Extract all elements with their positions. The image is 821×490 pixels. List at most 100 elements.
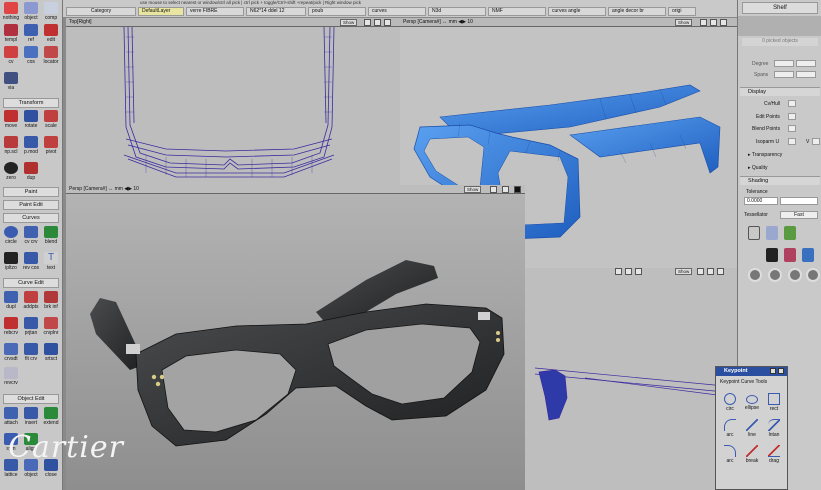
kp-tool-break[interactable]: break bbox=[742, 445, 762, 464]
kp-tool-arc[interactable]: arc bbox=[720, 419, 740, 438]
degree-field-2[interactable] bbox=[796, 60, 816, 67]
viewport-persp-top-close-icon[interactable] bbox=[720, 19, 727, 26]
section-curves[interactable]: Curves bbox=[3, 213, 59, 223]
viewport-persp-main-layout-icon[interactable] bbox=[502, 186, 509, 193]
shading-bottle-icon[interactable] bbox=[766, 226, 778, 240]
tool-templ[interactable]: templ bbox=[2, 24, 20, 43]
blendpoints-checkbox[interactable] bbox=[788, 125, 796, 132]
keypoint-titlebar[interactable]: Keypoint bbox=[716, 367, 787, 376]
viewport-top-show-button[interactable]: Show bbox=[340, 19, 358, 26]
tool-revcrv[interactable]: revcrv bbox=[2, 367, 20, 386]
tool-ref[interactable]: ref bbox=[22, 24, 40, 43]
layer-n3d[interactable]: N3d bbox=[428, 7, 486, 16]
tool-brk-inf[interactable]: brk inf bbox=[42, 291, 60, 310]
layer-n62[interactable]: N62*14 ddel 12 bbox=[246, 7, 306, 16]
layer-nmf[interactable]: NMF bbox=[488, 7, 546, 16]
layer-default[interactable]: DefaultLayer bbox=[138, 7, 184, 16]
tool-srtsct[interactable]: srtsct bbox=[42, 343, 60, 362]
shading-red-icon[interactable] bbox=[784, 248, 796, 262]
kp-tool-rect[interactable]: rect bbox=[764, 393, 784, 412]
tool-dupl[interactable]: dupl bbox=[2, 291, 20, 310]
tool-rebcrv[interactable]: rebcrv bbox=[2, 317, 20, 336]
tool-extend[interactable]: extend bbox=[42, 407, 60, 426]
tool-crvplnr[interactable]: crvplnr bbox=[42, 317, 60, 336]
tool-insert[interactable]: insert bbox=[22, 407, 40, 426]
tool-dup[interactable]: dup bbox=[22, 162, 40, 181]
viewport-persp-main-show-button[interactable]: Show bbox=[464, 186, 482, 193]
tessellator-select[interactable]: Fast bbox=[780, 211, 818, 219]
viewport-top-max-icon[interactable] bbox=[364, 19, 371, 26]
tool-comp[interactable]: comp bbox=[42, 2, 60, 21]
tool-edit[interactable]: edit bbox=[42, 24, 60, 43]
layer-curves-angle[interactable]: curves angle bbox=[548, 7, 606, 16]
tool-zero[interactable]: zero bbox=[2, 162, 20, 181]
viewport-top[interactable]: Top[Right] Show bbox=[66, 18, 400, 185]
shelf-tab[interactable]: Shelf bbox=[742, 2, 818, 14]
degree-field[interactable] bbox=[774, 60, 794, 67]
tool-attach[interactable]: attach bbox=[2, 407, 20, 426]
viewport-persp-top-layout-icon[interactable] bbox=[710, 19, 717, 26]
tool-cos[interactable]: cos bbox=[22, 46, 40, 65]
tool-move[interactable]: move bbox=[2, 110, 20, 129]
tool-fit-crv[interactable]: fit crv bbox=[22, 343, 40, 362]
viewport-fourth[interactable]: Show bbox=[525, 268, 737, 490]
editpoints-checkbox[interactable] bbox=[788, 113, 796, 120]
tool-cv-crv[interactable]: cv crv bbox=[22, 226, 40, 245]
kp-tool-drag[interactable]: drag bbox=[764, 445, 784, 464]
transparency-toggle[interactable]: ▸ Transparency bbox=[748, 152, 782, 158]
tool-via[interactable]: via bbox=[2, 72, 20, 91]
cvhull-checkbox[interactable] bbox=[788, 100, 796, 107]
section-curve-edit[interactable]: Curve Edit bbox=[3, 278, 59, 288]
tool-ipltzo[interactable]: ipltzo bbox=[2, 252, 20, 271]
viewport-persp-main-max-icon[interactable] bbox=[490, 186, 497, 193]
shading-dark-icon[interactable] bbox=[766, 248, 778, 262]
section-paint[interactable]: Paint bbox=[3, 187, 59, 197]
tolerance-input[interactable]: 0.0000 bbox=[744, 197, 778, 205]
viewport-top-layout-icon[interactable] bbox=[374, 19, 381, 26]
display-section-header[interactable]: Display bbox=[740, 87, 820, 96]
layer-verre[interactable]: verre FIBRE bbox=[186, 7, 244, 16]
kp-tool-circ[interactable]: circ bbox=[720, 393, 740, 412]
tool-crvsdt[interactable]: crvsdt bbox=[2, 343, 20, 362]
tool-blend[interactable]: blend bbox=[42, 226, 60, 245]
category-button[interactable]: Category bbox=[66, 7, 136, 16]
tool-rotate[interactable]: rotate bbox=[22, 110, 40, 129]
tool-np-scl[interactable]: np.scl bbox=[2, 136, 20, 155]
spans-field-2[interactable] bbox=[796, 71, 816, 78]
kp-tool-ellipse[interactable]: ellipse bbox=[742, 393, 762, 411]
keypoint-close-icon[interactable] bbox=[778, 368, 784, 374]
shading-section-header[interactable]: Shading bbox=[740, 176, 820, 185]
shading-sphere-icon-3[interactable] bbox=[788, 268, 802, 282]
shading-sphere-icon-1[interactable] bbox=[748, 268, 762, 282]
tool-cv[interactable]: cv bbox=[2, 46, 20, 65]
viewport-persp-main-close-icon[interactable] bbox=[514, 186, 521, 193]
tool-text[interactable]: Ttext bbox=[42, 252, 60, 271]
layer-poub[interactable]: poub bbox=[308, 7, 366, 16]
tool-object[interactable]: object bbox=[22, 2, 40, 21]
layer-origi[interactable]: origi bbox=[668, 7, 696, 16]
tool-nothing[interactable]: nothing bbox=[2, 2, 20, 21]
isoparm-u-checkbox[interactable] bbox=[788, 138, 796, 145]
viewport-persp-top-max-icon[interactable] bbox=[700, 19, 707, 26]
viewport-persp-main[interactable]: Persp [Camera#] ↔ mm ◀▶ 10 Show bbox=[66, 185, 525, 490]
tool-locator[interactable]: locator bbox=[42, 46, 60, 65]
tool-prjtan[interactable]: prjtan bbox=[22, 317, 40, 336]
shading-sphere-icon-2[interactable] bbox=[768, 268, 782, 282]
section-object-edit[interactable]: Object Edit bbox=[3, 394, 59, 404]
tool-p-mod[interactable]: p.mod bbox=[22, 136, 40, 155]
kp-tool-arc-2[interactable]: arc bbox=[720, 445, 740, 464]
quality-toggle[interactable]: ▸ Quality bbox=[748, 165, 767, 171]
kp-tool-lntan[interactable]: lntan bbox=[764, 419, 784, 438]
viewport-persp-top-show-button[interactable]: Show bbox=[675, 19, 693, 26]
shading-bucket-icon[interactable] bbox=[748, 226, 760, 240]
shading-paint-icon[interactable] bbox=[784, 226, 796, 240]
section-paint-edit[interactable]: Paint Edit bbox=[3, 200, 59, 210]
layer-angle-decor[interactable]: angle decor br bbox=[608, 7, 666, 16]
layer-curves[interactable]: curves bbox=[368, 7, 426, 16]
keypoint-minimize-icon[interactable] bbox=[770, 368, 776, 374]
tool-scale[interactable]: scale bbox=[42, 110, 60, 129]
shading-blue-icon[interactable] bbox=[802, 248, 814, 262]
tool-circle[interactable]: circle bbox=[2, 226, 20, 245]
tolerance-slider[interactable] bbox=[780, 197, 818, 205]
viewport-top-close-icon[interactable] bbox=[384, 19, 391, 26]
